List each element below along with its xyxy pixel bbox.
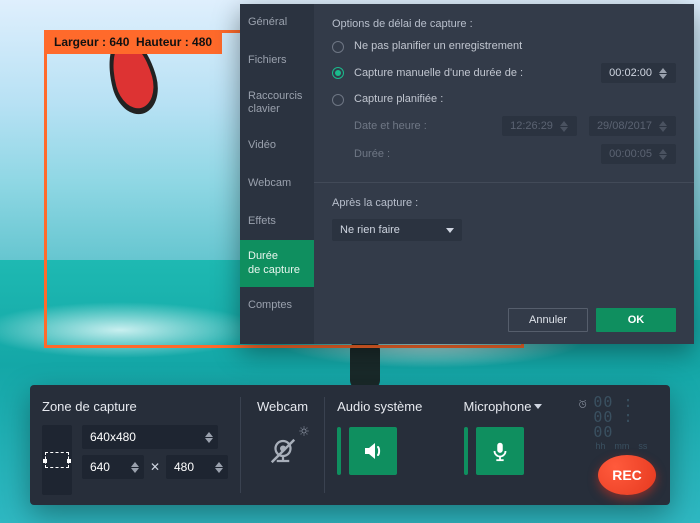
timer-display: 00 : 00 : 00 <box>593 395 656 440</box>
scheduled-duration-field: 00:00:05 <box>601 144 676 164</box>
system-audio-section: Audio système <box>325 385 451 505</box>
chevron-down-icon <box>534 404 542 409</box>
divider <box>314 182 694 183</box>
webcam-off-icon <box>268 436 298 466</box>
zone-title: Zone de capture <box>42 395 228 417</box>
scheduled-time-field: 12:26:29 <box>502 116 577 136</box>
stepper-icon <box>658 149 668 160</box>
tab-shortcuts[interactable]: Raccourcis clavier <box>240 80 314 126</box>
tab-duration[interactable]: Durée de capture <box>240 240 314 286</box>
scheduled-duration-row: Durée : 00:00:05 <box>354 144 676 164</box>
capture-area-icon-button[interactable] <box>42 425 72 495</box>
capture-delay-section-title: Options de délai de capture : <box>332 18 676 30</box>
recorder-toolbar: Zone de capture 640x480 640 ✕ 480 <box>30 385 670 505</box>
settings-tabs: Général Fichiers Raccourcis clavier Vidé… <box>240 4 314 344</box>
chevron-down-icon <box>446 228 454 233</box>
stepper-icon[interactable] <box>130 462 140 473</box>
scheduled-datetime-row: Date et heure : 12:26:29 29/08/2017 <box>354 116 676 136</box>
stepper-icon[interactable] <box>204 432 214 443</box>
record-section: 00 : 00 : 00 hhmmss REC <box>578 385 670 505</box>
radio-icon <box>332 67 344 79</box>
settings-dialog: Général Fichiers Raccourcis clavier Vidé… <box>240 4 694 344</box>
alarm-clock-icon[interactable] <box>578 395 587 413</box>
record-button[interactable]: REC <box>598 455 656 495</box>
option-manual-duration[interactable]: Capture manuelle d'une durée de : 00:02:… <box>332 63 676 83</box>
speaker-icon <box>361 439 385 463</box>
stepper-icon[interactable] <box>214 462 224 473</box>
tab-effects[interactable]: Effets <box>240 202 314 240</box>
mic-level-bar <box>464 427 468 475</box>
microphone-title[interactable]: Microphone <box>464 395 566 417</box>
timer-units: hhmmss <box>593 441 656 451</box>
multiply-icon: ✕ <box>150 460 160 474</box>
tab-accounts[interactable]: Comptes <box>240 287 314 325</box>
height-field[interactable]: 480 <box>166 455 228 479</box>
after-capture-select[interactable]: Ne rien faire <box>332 219 462 241</box>
stepper-icon <box>658 121 668 132</box>
tab-files[interactable]: Fichiers <box>240 42 314 80</box>
audio-level-bar <box>337 427 341 475</box>
radio-icon <box>332 94 344 106</box>
microphone-section: Microphone <box>452 385 578 505</box>
after-capture-label: Après la capture : <box>332 197 676 209</box>
stepper-icon <box>559 121 569 132</box>
capture-dimensions-label: Largeur : 640 Hauteur : 480 <box>44 30 222 54</box>
webcam-title: Webcam <box>257 395 308 417</box>
tab-webcam[interactable]: Webcam <box>240 164 314 202</box>
width-field[interactable]: 640 <box>82 455 144 479</box>
tab-general[interactable]: Général <box>240 4 314 42</box>
gear-icon[interactable] <box>299 423 309 433</box>
option-scheduled[interactable]: Capture planifiée : <box>332 93 676 106</box>
resolution-preset-select[interactable]: 640x480 <box>82 425 218 449</box>
ok-button[interactable]: OK <box>596 308 676 332</box>
cancel-button[interactable]: Annuler <box>508 308 588 332</box>
webcam-toggle-button[interactable] <box>259 427 307 475</box>
stepper-icon[interactable] <box>658 68 668 79</box>
scheduled-date-field: 29/08/2017 <box>589 116 676 136</box>
settings-pane: Options de délai de capture : Ne pas pla… <box>314 4 694 344</box>
system-audio-toggle-button[interactable] <box>349 427 397 475</box>
webcam-section: Webcam <box>241 385 324 505</box>
microphone-icon <box>489 440 511 462</box>
manual-duration-field[interactable]: 00:02:00 <box>601 63 676 83</box>
radio-icon <box>332 41 344 53</box>
zone-section: Zone de capture 640x480 640 ✕ 480 <box>30 385 240 505</box>
tab-video[interactable]: Vidéo <box>240 126 314 164</box>
option-no-schedule[interactable]: Ne pas planifier un enregistrement <box>332 40 676 53</box>
microphone-toggle-button[interactable] <box>476 427 524 475</box>
system-audio-title: Audio système <box>337 395 439 417</box>
